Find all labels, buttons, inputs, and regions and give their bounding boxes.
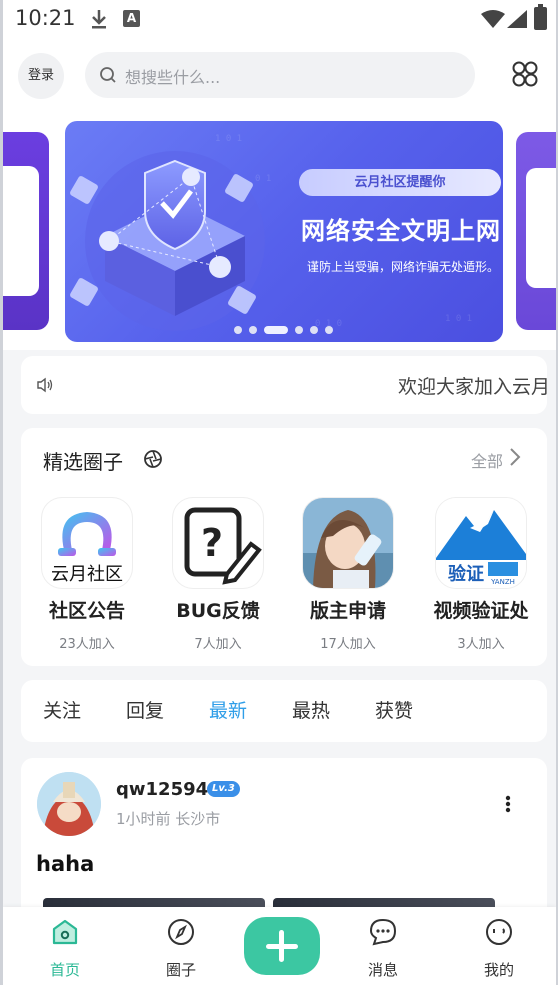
carousel-dot[interactable] xyxy=(310,326,318,334)
nav-messages[interactable]: 消息 xyxy=(343,907,423,985)
svg-text:YANZH: YANZH xyxy=(490,578,515,586)
apps-grid-icon[interactable] xyxy=(511,60,539,88)
carousel-dot[interactable] xyxy=(325,326,333,334)
battery-icon xyxy=(534,4,547,30)
profile-face-icon xyxy=(486,919,512,945)
post-title: haha xyxy=(36,852,95,876)
status-time: 10:21 xyxy=(15,6,76,30)
nav-label: 消息 xyxy=(367,961,398,979)
svg-text:1 0 1: 1 0 1 xyxy=(215,134,242,144)
speaker-icon xyxy=(37,377,53,393)
search-icon xyxy=(100,67,116,83)
login-button[interactable]: 登录 xyxy=(18,53,64,99)
svg-text:0 1: 0 1 xyxy=(255,174,271,184)
circle-name: 视频验证处 xyxy=(433,600,529,622)
status-bar: 10:21 A xyxy=(3,0,556,38)
top-header: 登录 想搜些什么... xyxy=(3,38,556,110)
notice-text: 欢迎大家加入云月社区 xyxy=(398,376,547,398)
create-post-button[interactable] xyxy=(244,917,320,975)
avatar[interactable] xyxy=(37,772,101,836)
post-meta: 1小时前 长沙市 xyxy=(116,810,221,828)
circle-name: BUG反馈 xyxy=(176,600,260,622)
circle-item-announcement[interactable]: 云月社区 社区公告 23人加入 xyxy=(27,498,147,668)
svg-text:云月社区: 云月社区 xyxy=(51,564,123,585)
nav-label: 圈子 xyxy=(165,961,196,979)
search-input[interactable]: 想搜些什么... xyxy=(85,52,475,98)
download-icon xyxy=(92,10,106,29)
feed-tabs: 关注 回复 最新 最热 获赞 xyxy=(21,680,547,742)
circle-logo: 验证 YANZH xyxy=(436,498,526,588)
mountain-verify-logo: 验证 YANZH xyxy=(436,498,526,588)
tab-latest[interactable]: 最新 xyxy=(209,696,247,723)
next-banner-peek[interactable] xyxy=(516,132,556,330)
circle-item-bug-feedback[interactable]: ? BUG反馈 7人加入 xyxy=(158,498,278,668)
circle-member-count: 7人加入 xyxy=(194,637,242,652)
all-circles-link[interactable]: 全部 xyxy=(471,448,503,472)
nav-home[interactable]: 首页 xyxy=(25,907,105,985)
section-title: 精选圈子 xyxy=(43,450,123,474)
circle-name: 版主申请 xyxy=(309,600,386,622)
featured-circles-card: 精选圈子 全部 云月社区 社区公告 23人加入 ? BUG反馈 7人加入 版主申… xyxy=(21,428,547,666)
circle-name: 社区公告 xyxy=(48,600,125,622)
search-placeholder: 想搜些什么... xyxy=(125,68,221,87)
more-vertical-icon[interactable] xyxy=(505,795,511,813)
notice-bar[interactable]: 欢迎大家加入云月社区 xyxy=(21,356,547,414)
nav-circles[interactable]: 圈子 xyxy=(141,907,221,985)
post-username[interactable]: qw125946 xyxy=(116,779,221,800)
circle-item-moderator-apply[interactable]: 版主申请 17人加入 xyxy=(288,498,408,668)
tab-reply[interactable]: 回复 xyxy=(126,696,164,723)
cellular-signal-icon xyxy=(507,10,527,28)
prev-banner-peek[interactable] xyxy=(3,132,49,330)
tab-hottest[interactable]: 最热 xyxy=(292,696,330,723)
app-screen: 10:21 A 登录 想搜些什么... 1 0 10 1 1 0 1 0 1 0… xyxy=(0,0,558,985)
carousel-dot[interactable] xyxy=(234,326,242,334)
circle-member-count: 17人加入 xyxy=(320,637,376,652)
tab-most-liked[interactable]: 获赞 xyxy=(375,696,413,723)
anime-character-image xyxy=(303,498,393,588)
banner-subtitle: 谨防上当受骗，网络诈骗无处遁形。 xyxy=(307,260,500,274)
post-card[interactable]: qw125946 Lv.3 1小时前 长沙市 haha xyxy=(21,758,547,918)
banner-carousel[interactable]: 1 0 10 11 0 10 1 0 云月社区提醒你 网络安全文明上网 谨防上当… xyxy=(3,110,556,350)
app-notification-icon: A xyxy=(123,10,140,27)
nav-label: 首页 xyxy=(49,961,80,979)
chat-icon xyxy=(369,918,397,946)
home-icon xyxy=(52,919,78,945)
wifi-icon xyxy=(481,10,505,28)
carousel-dot-active[interactable] xyxy=(264,326,288,334)
avatar-image xyxy=(37,772,101,836)
circle-member-count: 23人加入 xyxy=(59,637,115,652)
tab-follow[interactable]: 关注 xyxy=(43,696,81,723)
svg-text:?: ? xyxy=(201,521,223,565)
level-badge: Lv.3 xyxy=(207,781,240,797)
nav-profile[interactable]: 我的 xyxy=(459,907,539,985)
circle-member-count: 3人加入 xyxy=(457,637,505,652)
banner-pill: 云月社区提醒你 xyxy=(299,169,501,196)
carousel-dot[interactable] xyxy=(295,326,303,334)
chevron-right-icon[interactable] xyxy=(509,447,521,467)
circle-item-video-verify[interactable]: 验证 YANZH 视频验证处 3人加入 xyxy=(421,498,541,668)
banner-title: 网络安全文明上网 xyxy=(301,217,501,245)
carousel-dot[interactable] xyxy=(249,326,257,334)
banner-slide[interactable]: 1 0 10 11 0 10 1 0 云月社区提醒你 网络安全文明上网 谨防上当… xyxy=(65,121,503,342)
svg-text:1 0 1: 1 0 1 xyxy=(445,314,472,324)
compass-icon xyxy=(168,919,194,945)
circle-logo xyxy=(303,498,393,588)
nav-label: 我的 xyxy=(483,961,514,979)
circle-logo: 云月社区 xyxy=(42,498,132,588)
circle-logo: ? xyxy=(173,498,263,588)
omega-logo-icon: 云月社区 xyxy=(51,512,123,585)
question-edit-icon: ? xyxy=(184,507,262,585)
svg-text:验证: 验证 xyxy=(448,563,484,585)
aperture-icon xyxy=(144,450,162,468)
